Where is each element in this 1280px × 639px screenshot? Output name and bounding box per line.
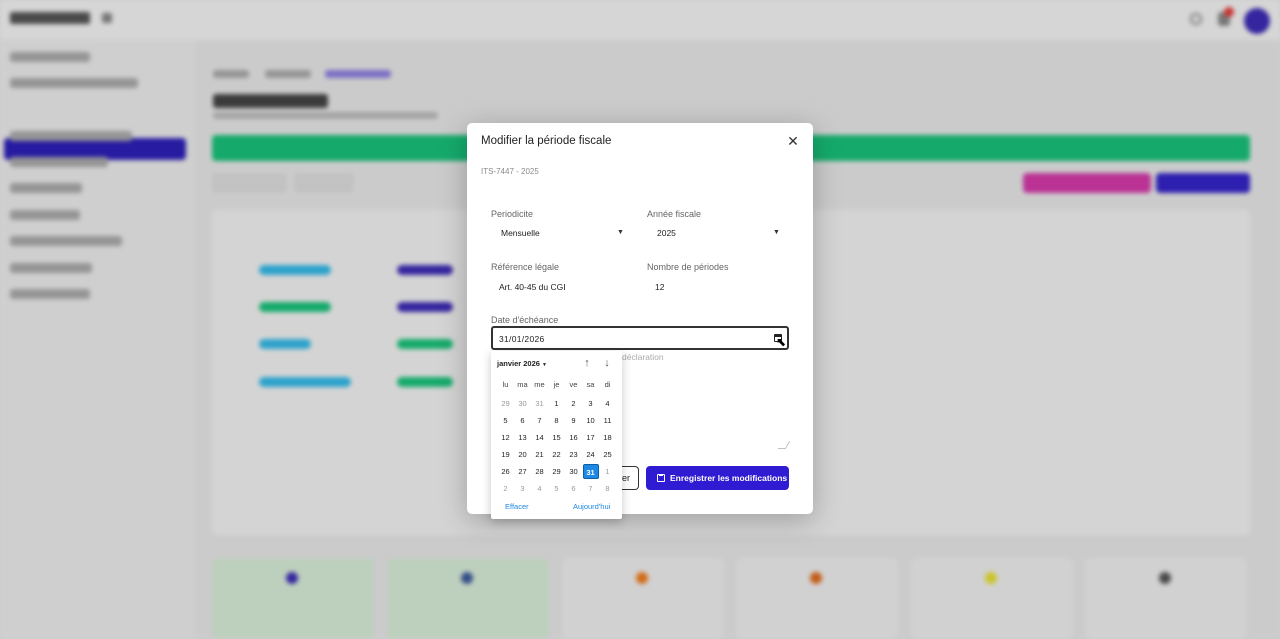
weekday-label: me — [534, 380, 545, 389]
calendar-day[interactable]: 6 — [515, 413, 531, 428]
date-echeance-label: Date d'échéance — [491, 315, 559, 325]
textarea-resize-handle[interactable] — [777, 441, 791, 449]
weekday-label: ma — [517, 380, 528, 389]
calendar-day[interactable]: 1 — [549, 396, 565, 411]
calendar-day[interactable]: 1 — [600, 464, 616, 479]
calendar-day[interactable]: 6 — [566, 481, 582, 496]
calendar-day[interactable]: 29 — [498, 396, 514, 411]
calendar-day[interactable]: 31 — [532, 396, 548, 411]
calendar-day[interactable]: 19 — [498, 447, 514, 462]
clear-date-button[interactable]: Effacer — [505, 502, 529, 511]
calendar-day[interactable]: 25 — [600, 447, 616, 462]
periodicite-select[interactable]: Mensuelle — [501, 228, 540, 238]
calendar-day[interactable]: 5 — [549, 481, 565, 496]
save-button-label: Enregistrer les modifications — [670, 473, 788, 483]
calendar-day[interactable]: 8 — [549, 413, 565, 428]
calendar-day[interactable]: 2 — [566, 396, 582, 411]
selected-day[interactable]: 31 — [582, 464, 599, 479]
annee-fiscale-chevron-down-icon[interactable]: ▼ — [773, 229, 780, 236]
calendar-day[interactable]: 17 — [583, 430, 599, 445]
calendar-day[interactable]: 8 — [600, 481, 616, 496]
weekday-label: ve — [569, 380, 578, 389]
weekday-label: je — [553, 380, 560, 389]
date-echeance-input[interactable]: 31/01/2026 — [491, 326, 789, 350]
calendar-day[interactable]: 23 — [566, 447, 582, 462]
calendar-day[interactable]: 29 — [549, 464, 565, 479]
weekday-label: lu — [502, 380, 509, 389]
month-year-label: janvier 2026 — [497, 359, 540, 368]
helper-text: déclaration — [622, 352, 664, 362]
close-icon[interactable]: ✕ — [785, 133, 801, 149]
calendar-day[interactable]: 4 — [532, 481, 548, 496]
annee-fiscale-label: Année fiscale — [647, 209, 702, 219]
date-echeance-value: 31/01/2026 — [499, 334, 545, 344]
calendar-day[interactable]: 24 — [583, 447, 599, 462]
calendar-day[interactable]: 20 — [515, 447, 531, 462]
weekday-label: sa — [586, 380, 595, 389]
date-picker: janvier 2026 ▼ ↑ ↓ lu ma me je ve sa di 29 30 31 1… — [491, 351, 622, 519]
modal-title: Modifier la période fiscale — [481, 135, 612, 147]
calendar-day[interactable]: 30 — [515, 396, 531, 411]
calendar-day[interactable]: 21 — [532, 447, 548, 462]
periodicite-label: Periodicite — [491, 209, 534, 219]
mouse-pointer-icon: ⬉ — [776, 335, 787, 349]
calendar-day[interactable]: 7 — [532, 413, 548, 428]
calendar-day[interactable]: 22 — [549, 447, 565, 462]
calendar-day[interactable]: 11 — [600, 413, 616, 428]
calendar-day[interactable]: 5 — [498, 413, 514, 428]
next-month-arrow-down-icon[interactable]: ↓ — [601, 356, 613, 370]
calendar-day[interactable]: 2 — [498, 481, 514, 496]
month-year-selector[interactable]: janvier 2026 ▼ — [497, 359, 547, 368]
calendar-day[interactable]: 9 — [566, 413, 582, 428]
previous-month-arrow-up-icon[interactable]: ↑ — [581, 356, 593, 370]
periodicite-chevron-down-icon[interactable]: ▼ — [617, 229, 624, 236]
calendar-day[interactable]: 16 — [566, 430, 582, 445]
reference-legale-input[interactable]: Art. 40-45 du CGI — [499, 282, 566, 292]
calendar-day[interactable]: 10 — [583, 413, 599, 428]
annee-fiscale-select[interactable]: 2025 — [657, 228, 676, 238]
calendar-day[interactable]: 30 — [566, 464, 582, 479]
weekday-label: di — [604, 380, 611, 389]
modal-subtitle: ITS-7447 - 2025 — [481, 167, 539, 176]
calendar-day[interactable]: 13 — [515, 430, 531, 445]
month-caret-icon: ▼ — [541, 362, 547, 368]
nombre-periodes-input[interactable]: 12 — [655, 282, 664, 292]
calendar-day[interactable]: 15 — [549, 430, 565, 445]
calendar-day[interactable]: 4 — [600, 396, 616, 411]
calendar-day[interactable]: 12 — [498, 430, 514, 445]
calendar-day[interactable]: 3 — [583, 396, 599, 411]
today-button[interactable]: Aujourd'hui — [573, 502, 610, 511]
nombre-periodes-label: Nombre de périodes — [647, 262, 729, 272]
calendar-day[interactable]: 14 — [532, 430, 548, 445]
calendar-day[interactable]: 18 — [600, 430, 616, 445]
reference-legale-label: Référence légale — [491, 262, 560, 272]
calendar-day[interactable]: 7 — [583, 481, 599, 496]
calendar-day[interactable]: 27 — [515, 464, 531, 479]
calendar-day[interactable]: 3 — [515, 481, 531, 496]
save-icon — [657, 474, 665, 482]
calendar-day[interactable]: 26 — [498, 464, 514, 479]
save-button[interactable]: Enregistrer les modifications — [646, 466, 789, 490]
calendar-day[interactable]: 28 — [532, 464, 548, 479]
